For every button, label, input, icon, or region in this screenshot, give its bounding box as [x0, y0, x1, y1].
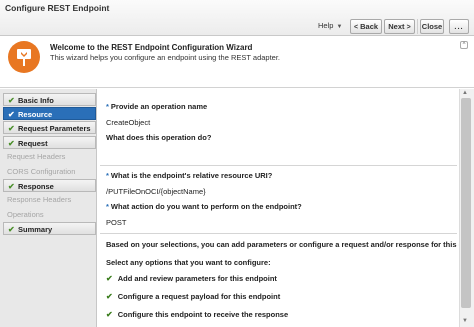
sidebar-item-label: Request — [18, 139, 48, 148]
scroll-down-icon[interactable]: ▼ — [462, 318, 468, 324]
help-label: Help — [318, 21, 334, 30]
check-icon: ✔ — [8, 110, 15, 119]
based-on-selections-text: Based on your selections, you can add pa… — [106, 240, 474, 249]
banner-title: Welcome to the REST Endpoint Configurati… — [50, 43, 253, 52]
signpost-icon — [17, 49, 31, 66]
sidebar-item-operations: Operations — [3, 208, 96, 221]
sidebar-item-cors-configuration: CORS Configuration — [3, 165, 96, 178]
operation-name-field[interactable]: CreateObject — [106, 118, 150, 127]
check-icon: ✔ — [8, 225, 15, 234]
chevron-right-icon: > — [406, 24, 411, 31]
sidebar-item-label: Operations — [7, 210, 44, 219]
back-button[interactable]: < Back — [350, 19, 382, 34]
sidebar-item-request-headers: Request Headers — [3, 150, 96, 163]
sidebar-item-label: Response — [18, 182, 54, 191]
required-icon: * — [106, 202, 109, 211]
divider — [100, 165, 457, 166]
option-receive-response[interactable]: ✔ Configure this endpoint to receive the … — [106, 310, 288, 319]
operation-description-label: What does this operation do? — [106, 133, 212, 142]
scrollbar-thumb[interactable] — [461, 98, 471, 308]
sidebar-item-resource-configuration[interactable]: ✔Resource Configuration — [3, 107, 96, 132]
next-button[interactable]: Next > — [384, 19, 415, 34]
resource-uri-field[interactable]: /PUTFileOnOCI/{objectName} — [106, 187, 206, 196]
sidebar-item-label: Request Headers — [7, 152, 66, 161]
sidebar-item-basic-info[interactable]: ✔ Basic Info — [3, 93, 96, 106]
check-icon: ✔ — [106, 274, 113, 283]
close-label: Close — [421, 22, 443, 31]
check-icon: ✔ — [8, 139, 15, 148]
option-request-payload[interactable]: ✔ Configure a request payload for this en… — [106, 292, 280, 301]
window-title: Configure REST Endpoint — [5, 3, 110, 13]
check-icon: ✔ — [8, 182, 15, 191]
toolbar-separator — [417, 19, 418, 34]
check-icon: ✔ — [106, 292, 113, 301]
check-icon: ✔ — [106, 310, 113, 319]
help-menu[interactable]: Help ▼ — [318, 21, 342, 30]
banner-subtitle: This wizard helps you configure an endpo… — [50, 53, 281, 62]
action-label: * What action do you want to perform on t… — [106, 202, 302, 211]
required-icon: * — [106, 102, 109, 111]
sidebar-item-label: Basic Info — [18, 96, 54, 105]
sidebar-item-label: Summary — [18, 225, 53, 234]
action-select[interactable]: POST — [106, 218, 126, 227]
more-actions-button[interactable]: ... — [449, 19, 469, 34]
sidebar-item-request[interactable]: ✔ Request — [3, 136, 96, 149]
required-icon: * — [106, 171, 109, 180]
more-label: ... — [454, 22, 464, 31]
sidebar-item-request-parameters[interactable]: ✔ Request Parameters — [3, 121, 96, 134]
chevron-down-icon: ▼ — [336, 24, 343, 30]
resource-uri-label: * What is the endpoint's relative resourc… — [106, 171, 273, 180]
sidebar-item-label: Response Headers — [7, 195, 72, 204]
sidebar-item-response[interactable]: ✔ Response — [3, 179, 96, 192]
sidebar-item-response-headers: Response Headers — [3, 193, 96, 206]
scroll-up-icon[interactable]: ▲ — [462, 90, 468, 96]
divider — [100, 233, 457, 234]
sidebar-item-label: Request Parameters — [18, 124, 91, 133]
back-label: Back — [360, 22, 379, 31]
operation-description-field[interactable] — [106, 145, 446, 163]
check-icon: ✔ — [8, 96, 15, 105]
next-label: Next — [388, 22, 405, 31]
operation-name-label: * Provide an operation name — [106, 102, 208, 111]
option-add-parameters[interactable]: ✔ Add and review parameters for this endp… — [106, 274, 277, 283]
chevron-left-icon: < — [353, 24, 359, 31]
check-icon: ✔ — [8, 124, 15, 133]
sidebar-item-summary[interactable]: ✔ Summary — [3, 222, 96, 235]
close-button[interactable]: Close — [420, 19, 444, 34]
collapse-banner-icon[interactable]: ^ — [460, 41, 468, 49]
wizard-icon — [8, 41, 40, 73]
sidebar-item-label: CORS Configuration — [7, 167, 76, 176]
select-options-text: Select any options that you want to conf… — [106, 258, 271, 267]
